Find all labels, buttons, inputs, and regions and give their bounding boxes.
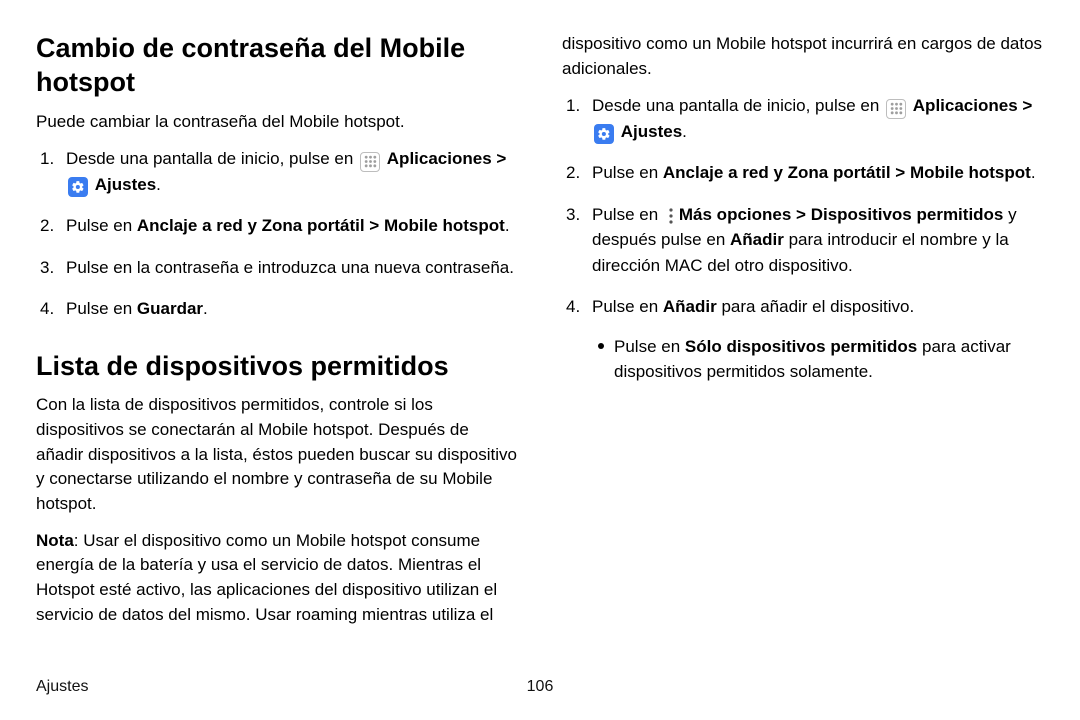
text: Pulse en bbox=[66, 299, 137, 318]
settings-label: Ajustes bbox=[95, 175, 156, 194]
settings-label: Ajustes bbox=[621, 122, 682, 141]
step-2: Pulse en Anclaje a red y Zona portátil >… bbox=[562, 160, 1044, 186]
bold: Más opciones bbox=[679, 205, 791, 224]
apps-icon bbox=[886, 99, 906, 119]
lead-allowed-devices: Con la lista de dispositivos permitidos,… bbox=[36, 393, 518, 516]
text: Desde una pantalla de inicio, pulse en bbox=[592, 96, 884, 115]
heading-allowed-devices: Lista de dispositivos permitidos bbox=[36, 350, 518, 384]
sub-bullets: Pulse en Sólo dispositivos permitidos pa… bbox=[592, 334, 1044, 385]
lead-change-password: Puede cambiar la contraseña del Mobile h… bbox=[36, 110, 518, 135]
step-2: Pulse en Anclaje a red y Zona portátil >… bbox=[36, 213, 518, 239]
bold: Mobile hotspot bbox=[384, 216, 505, 235]
bold: Sólo dispositivos permitidos bbox=[685, 337, 917, 356]
step-3: Pulse en la contraseña e introduzca una … bbox=[36, 255, 518, 281]
text: Pulse en bbox=[592, 205, 663, 224]
page-footer: Ajustes 106 bbox=[36, 678, 1044, 696]
bold: Añadir bbox=[663, 297, 717, 316]
step-1: Desde una pantalla de inicio, pulse en A… bbox=[36, 146, 518, 197]
separator: > bbox=[365, 216, 384, 235]
apps-label: Aplicaciones bbox=[387, 149, 492, 168]
separator: > bbox=[1018, 96, 1033, 115]
period: . bbox=[156, 175, 161, 194]
separator: > bbox=[492, 149, 507, 168]
separator: > bbox=[791, 205, 810, 224]
period: . bbox=[1031, 163, 1036, 182]
separator: > bbox=[891, 163, 910, 182]
bold: Dispositivos permitidos bbox=[811, 205, 1004, 224]
footer-section: Ajustes bbox=[36, 678, 88, 695]
steps-allowed-devices: Desde una pantalla de inicio, pulse en A… bbox=[562, 93, 1044, 385]
bold: Guardar bbox=[137, 299, 203, 318]
step-3: Pulse en Más opciones > Dispositivos per… bbox=[562, 202, 1044, 279]
bold: Anclaje a red y Zona portátil bbox=[137, 216, 365, 235]
text: Pulse en bbox=[614, 337, 685, 356]
text: Desde una pantalla de inicio, pulse en bbox=[66, 149, 358, 168]
text: Pulse en bbox=[592, 297, 663, 316]
bold: Mobile hotspot bbox=[910, 163, 1031, 182]
text: Pulse en bbox=[592, 163, 663, 182]
heading-change-password: Cambio de contraseña del Mobile hotspot bbox=[36, 32, 518, 100]
note-label: Nota bbox=[36, 531, 74, 550]
bold: Añadir bbox=[730, 230, 784, 249]
text: Pulse en bbox=[66, 216, 137, 235]
period: . bbox=[203, 299, 208, 318]
step-1: Desde una pantalla de inicio, pulse en A… bbox=[562, 93, 1044, 144]
text: para añadir el dispositivo. bbox=[717, 297, 915, 316]
step-4: Pulse en Añadir para añadir el dispositi… bbox=[562, 294, 1044, 385]
apps-label: Aplicaciones bbox=[913, 96, 1018, 115]
period: . bbox=[682, 122, 687, 141]
bold: Anclaje a red y Zona portátil bbox=[663, 163, 891, 182]
more-options-icon bbox=[665, 206, 677, 226]
period: . bbox=[505, 216, 510, 235]
settings-icon bbox=[594, 124, 614, 144]
settings-icon bbox=[68, 177, 88, 197]
bullet: Pulse en Sólo dispositivos permitidos pa… bbox=[592, 334, 1044, 385]
page-number: 106 bbox=[527, 678, 554, 696]
step-4: Pulse en Guardar. bbox=[36, 296, 518, 322]
steps-change-password: Desde una pantalla de inicio, pulse en A… bbox=[36, 146, 518, 322]
apps-icon bbox=[360, 152, 380, 172]
